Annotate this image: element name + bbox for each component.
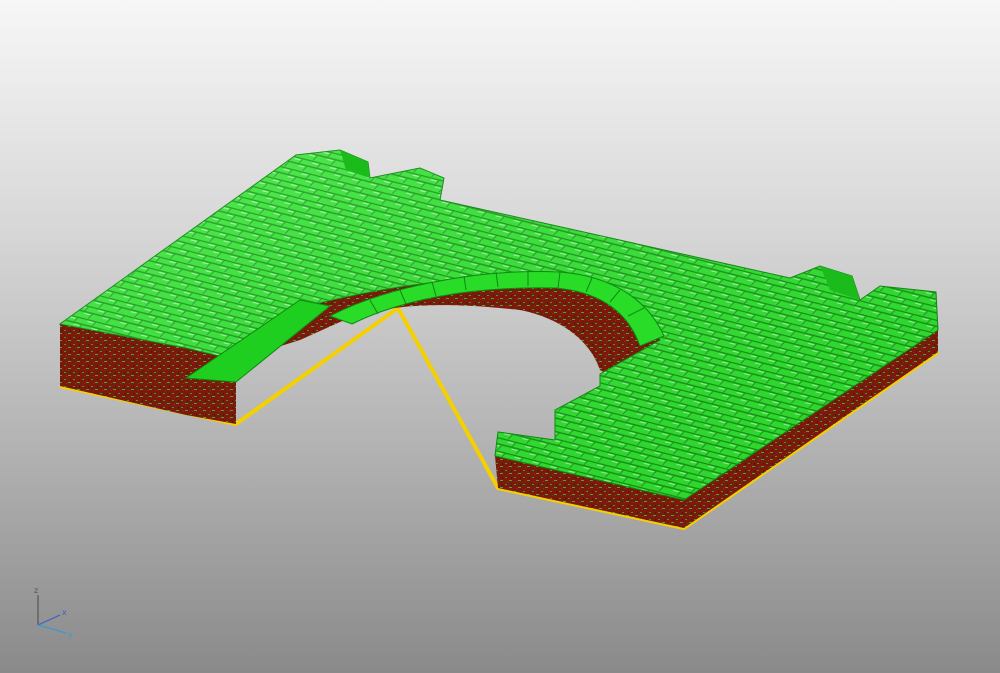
z-axis-label: z (34, 586, 38, 595)
axis-triad: z x y (26, 585, 86, 645)
axis-triad-icon: z x y (34, 586, 73, 639)
y-axis-line (37, 624, 67, 634)
x-axis-label: x (62, 608, 67, 617)
model-top-surface (58, 149, 939, 501)
y-axis-label: y (68, 630, 73, 639)
scan-model[interactable] (0, 0, 1000, 673)
3d-viewport[interactable]: z x y (0, 0, 1000, 673)
x-axis-line (37, 614, 61, 626)
